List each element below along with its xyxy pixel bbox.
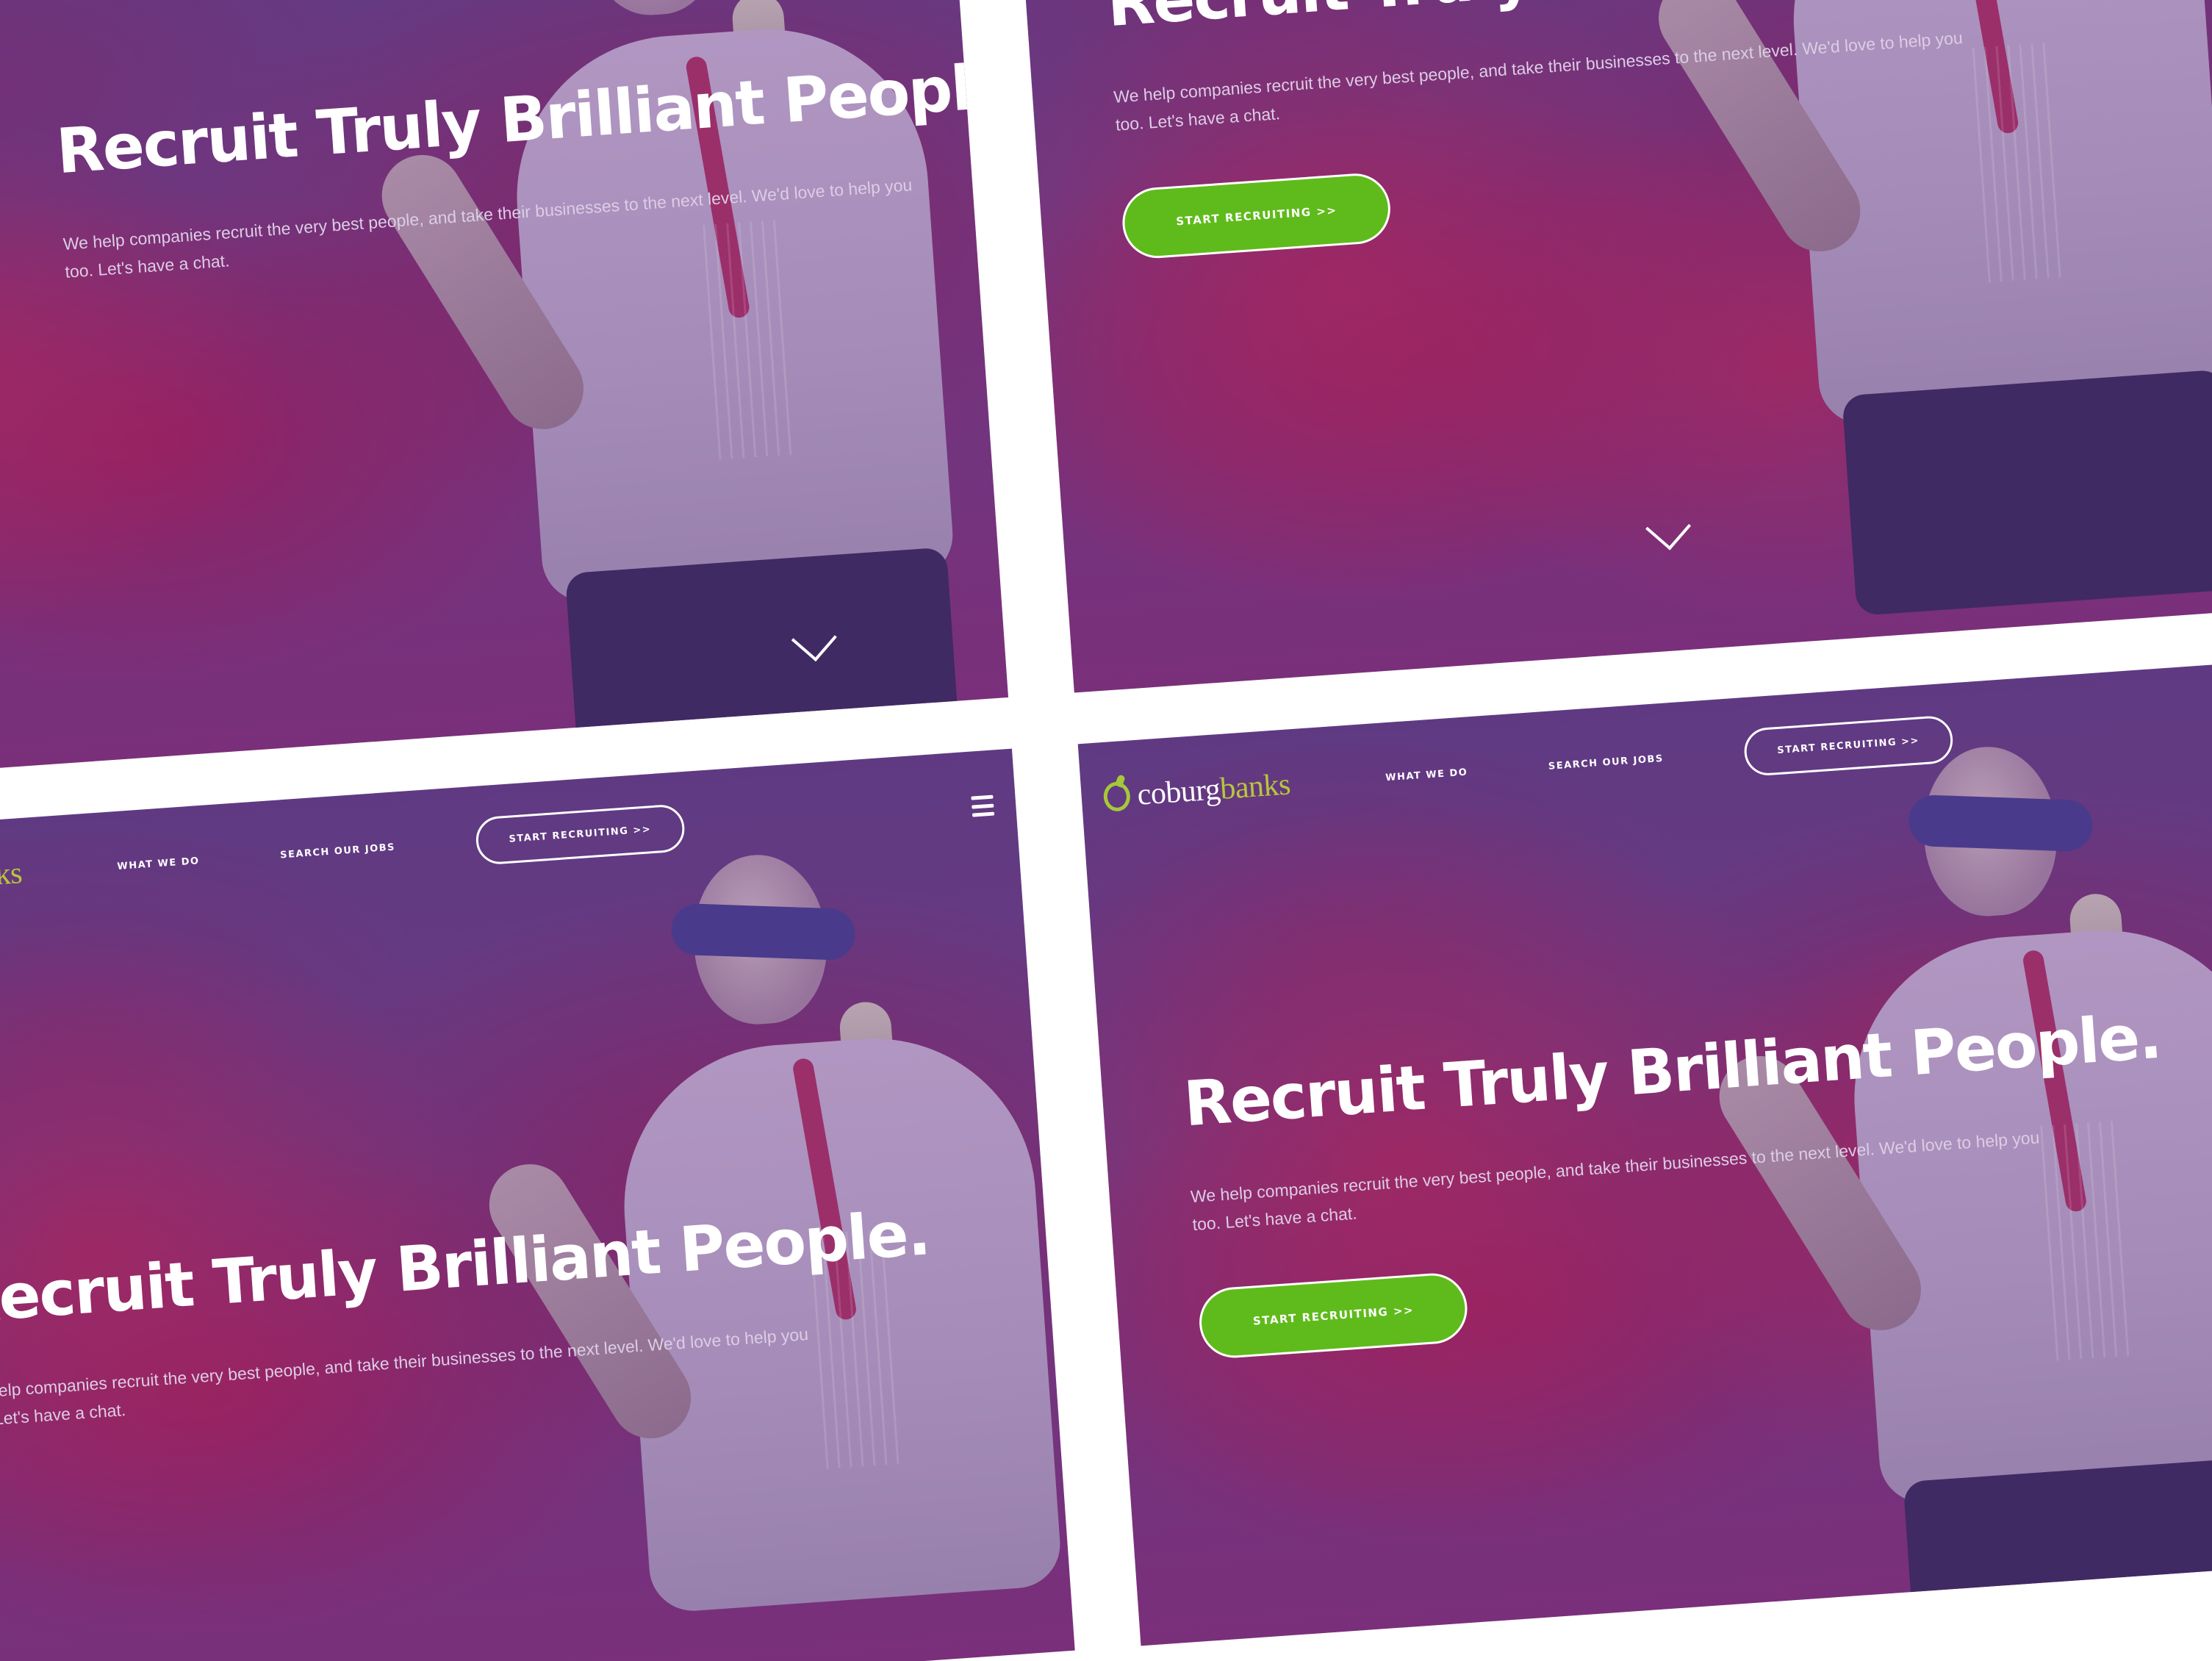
hero-title: Recruit Truly Brilliant People. xyxy=(1181,1000,2163,1141)
nav-link-search-our-jobs[interactable]: SEARCH OUR JOBS xyxy=(280,842,396,861)
hero-section: Recruit Truly Brilliant People. We help … xyxy=(1182,1000,2178,1360)
start-recruiting-button[interactable]: START RECRUITING >> xyxy=(1120,171,1393,261)
hero-subtitle: We help companies recruit the very best … xyxy=(1190,1127,2041,1235)
brand-wordmark: coburgbanks xyxy=(0,856,24,895)
hero-subtitle: We help companies recruit the very best … xyxy=(1113,28,1964,134)
chevron-down-icon[interactable] xyxy=(791,616,837,662)
hero-subtitle: We help companies recruit the very best … xyxy=(62,175,913,281)
apple-icon xyxy=(1102,781,1132,813)
nav-link-search-our-jobs[interactable]: SEARCH OUR JOBS xyxy=(1548,753,1665,772)
top-navbar: coburgbanks WHAT WE DO SEARCH OUR JOBS S… xyxy=(0,749,1019,943)
chevron-down-icon[interactable] xyxy=(1645,504,1692,550)
nav-link-what-we-do[interactable]: WHAT WE DO xyxy=(117,855,200,872)
start-recruiting-button[interactable]: START RECRUITING >> xyxy=(1196,1271,1471,1360)
hero-title: Recruit Truly Brilliant People. xyxy=(54,47,1009,188)
brand-logo[interactable]: coburgbanks xyxy=(1102,767,1291,815)
hero-title: Recruit Truly Brilliant People. xyxy=(0,1197,932,1337)
brand-wordmark: coburgbanks xyxy=(1136,767,1292,812)
nav-links: WHAT WE DO SEARCH OUR JOBS START RECRUIT… xyxy=(1384,714,1955,802)
top-navbar: coburgbanks WHAT WE DO SEARCH OUR JOBS S… xyxy=(1078,660,2212,854)
hamburger-icon[interactable] xyxy=(971,794,995,817)
hero-subtitle: We help companies recruit the very best … xyxy=(0,1324,809,1431)
nav-start-recruiting-button[interactable]: START RECRUITING >> xyxy=(474,803,686,866)
screen-card-top-center: Recruit Truly Brilliant People. We help … xyxy=(1011,0,2212,693)
screen-card-top-left: Recruit Truly Brilliant People. We help … xyxy=(0,0,1009,782)
screen-card-bottom-left: coburgbanks WHAT WE DO SEARCH OUR JOBS S… xyxy=(0,748,1075,1661)
nav-link-what-we-do[interactable]: WHAT WE DO xyxy=(1385,767,1468,783)
nav-links: WHAT WE DO SEARCH OUR JOBS START RECRUIT… xyxy=(115,803,686,891)
mockup-stage: Recruit Truly Brilliant People. We help … xyxy=(0,0,2212,1661)
hero-section: Recruit Truly Brilliant People. We help … xyxy=(54,48,1008,286)
hero-section: Recruit Truly Brilliant People. We help … xyxy=(0,1197,938,1435)
brand-logo[interactable]: coburgbanks xyxy=(0,855,24,904)
nav-start-recruiting-button[interactable]: START RECRUITING >> xyxy=(1742,714,1955,777)
hero-section: Recruit Truly Brilliant People. We help … xyxy=(1105,0,2101,261)
screen-card-bottom-center: coburgbanks WHAT WE DO SEARCH OUR JOBS S… xyxy=(1077,659,2212,1646)
